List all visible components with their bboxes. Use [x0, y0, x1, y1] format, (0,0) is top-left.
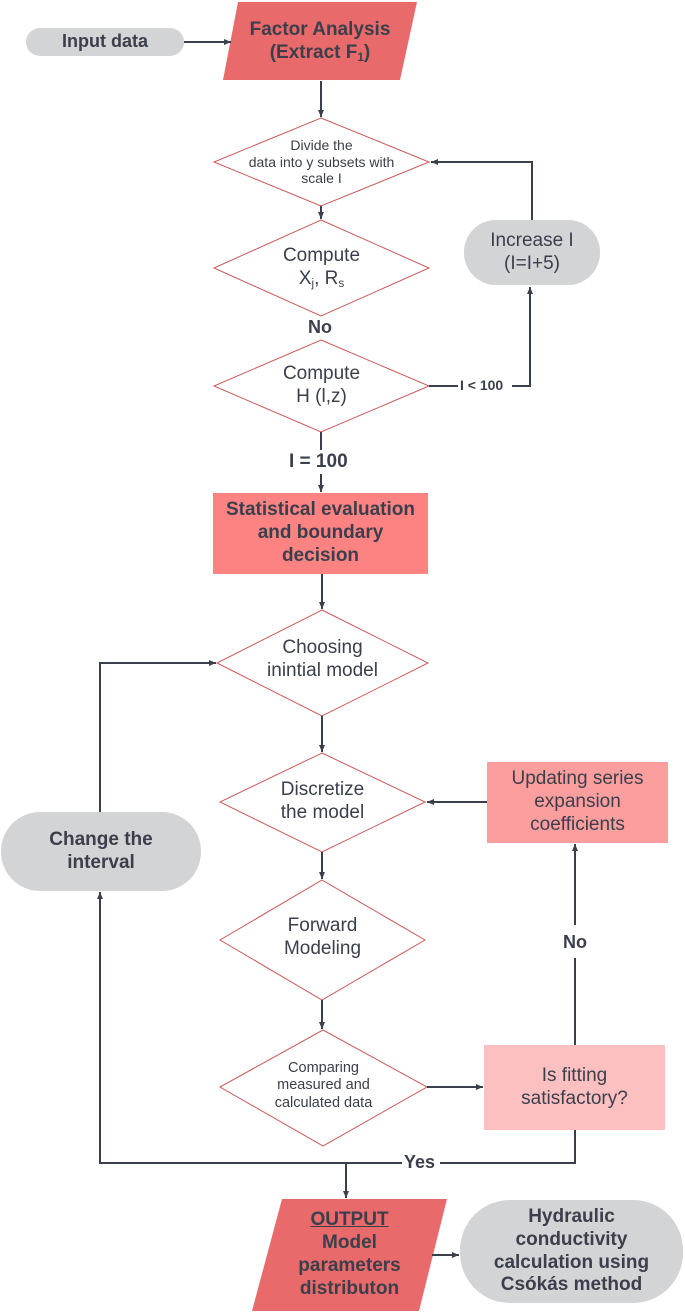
edge-label-no-top: No [306, 317, 334, 337]
divide-data-decision [212, 117, 431, 207]
compute-h-decision [212, 339, 431, 433]
connector-increase-to-divide [431, 159, 533, 220]
choosing-model-decision [215, 609, 430, 717]
increase-i-terminal [464, 220, 600, 285]
flowchart-canvas [1, 2, 683, 1311]
edge-label-i-equals-100: I = 100 [287, 451, 350, 472]
edge-label-no-right: No [561, 932, 589, 952]
hydraulic-terminal [460, 1200, 683, 1303]
change-interval-terminal [1, 812, 201, 891]
discretize-decision [218, 752, 427, 853]
edge-label-yes: Yes [402, 1152, 438, 1172]
compute-xr-decision [212, 219, 431, 317]
output-parallelogram [252, 1199, 447, 1311]
updating-coefficients-process [487, 762, 668, 843]
connector-fitting-yes [440, 1130, 576, 1164]
edge-label-i-less-100: I < 100 [458, 377, 506, 393]
connector-i-less-100 [512, 287, 533, 387]
input-data-terminal [26, 28, 184, 56]
comparing-decision [218, 1029, 429, 1147]
is-fitting-process [484, 1045, 665, 1130]
statistical-evaluation-process [213, 493, 428, 574]
factor-analysis-parallelogram [223, 2, 417, 80]
forward-modeling-decision [219, 879, 426, 1001]
connector-change-to-choosing [99, 660, 216, 812]
